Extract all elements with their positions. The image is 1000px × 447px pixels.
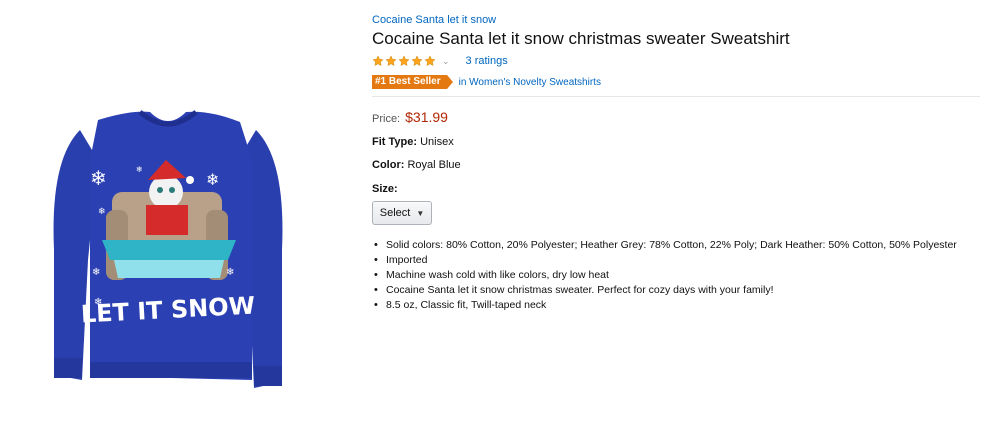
star-icon xyxy=(411,55,423,67)
best-seller-badge: #1 Best Seller xyxy=(372,75,453,89)
fit-type-value: Unisex xyxy=(420,136,454,148)
feature-bullets: Solid colors: 80% Cotton, 20% Polyester;… xyxy=(372,238,982,313)
size-select-value: Select xyxy=(379,207,411,219)
divider xyxy=(372,96,980,97)
color-field: Color: Royal Blue xyxy=(372,159,982,171)
product-image[interactable]: ❄ ❄ ❄ ❄ ❄ ❄ ❄ LET IT SNOW xyxy=(40,100,296,395)
color-value: Royal Blue xyxy=(407,159,461,171)
list-item: Imported xyxy=(372,253,982,268)
size-label: Size: xyxy=(372,183,398,195)
product-info: Cocaine Santa let it snow Cocaine Santa … xyxy=(372,10,982,313)
price-value: $31.99 xyxy=(405,109,448,125)
fit-type: Fit Type: Unisex xyxy=(372,136,982,148)
chevron-down-icon[interactable]: ⌄ xyxy=(442,56,450,67)
ratings-count-link[interactable]: 3 ratings xyxy=(466,55,508,67)
size-select[interactable]: Select ▼ xyxy=(372,201,432,225)
star-rating[interactable] xyxy=(372,55,436,67)
price-label: Price: xyxy=(372,113,401,125)
price-row: Price: $31.99 xyxy=(372,109,982,125)
svg-text:❄: ❄ xyxy=(136,165,143,174)
best-seller-badge-label: #1 Best Seller xyxy=(375,76,441,87)
list-item: Cocaine Santa let it snow christmas swea… xyxy=(372,283,982,298)
brand-link[interactable]: Cocaine Santa let it snow xyxy=(372,12,496,28)
chevron-down-icon: ▼ xyxy=(416,208,425,218)
color-label: Color: xyxy=(372,159,405,171)
best-seller-category-link[interactable]: in Women's Novelty Sweatshirts xyxy=(459,77,601,88)
product-image-pane[interactable]: ❄ ❄ ❄ ❄ ❄ ❄ ❄ LET IT SNOW xyxy=(0,0,370,447)
star-icon xyxy=(398,55,410,67)
product-title: Cocaine Santa let it snow christmas swea… xyxy=(372,29,790,48)
list-item: 8.5 oz, Classic fit, Twill-taped neck xyxy=(372,298,982,313)
svg-text:❄: ❄ xyxy=(226,267,234,278)
svg-text:❄: ❄ xyxy=(206,170,219,189)
star-icon xyxy=(424,55,436,67)
star-icon xyxy=(385,55,397,67)
list-item: Machine wash cold with like colors, dry … xyxy=(372,268,982,283)
rating-row: ⌄ 3 ratings xyxy=(372,52,982,70)
svg-text:❄: ❄ xyxy=(90,166,107,190)
list-item: Solid colors: 80% Cotton, 20% Polyester;… xyxy=(372,238,982,253)
best-seller-row: #1 Best Seller in Women's Novelty Sweats… xyxy=(372,74,982,90)
star-icon xyxy=(372,55,384,67)
svg-text:❄: ❄ xyxy=(98,207,106,217)
fit-type-label: Fit Type: xyxy=(372,136,418,148)
svg-text:❄: ❄ xyxy=(92,267,100,278)
